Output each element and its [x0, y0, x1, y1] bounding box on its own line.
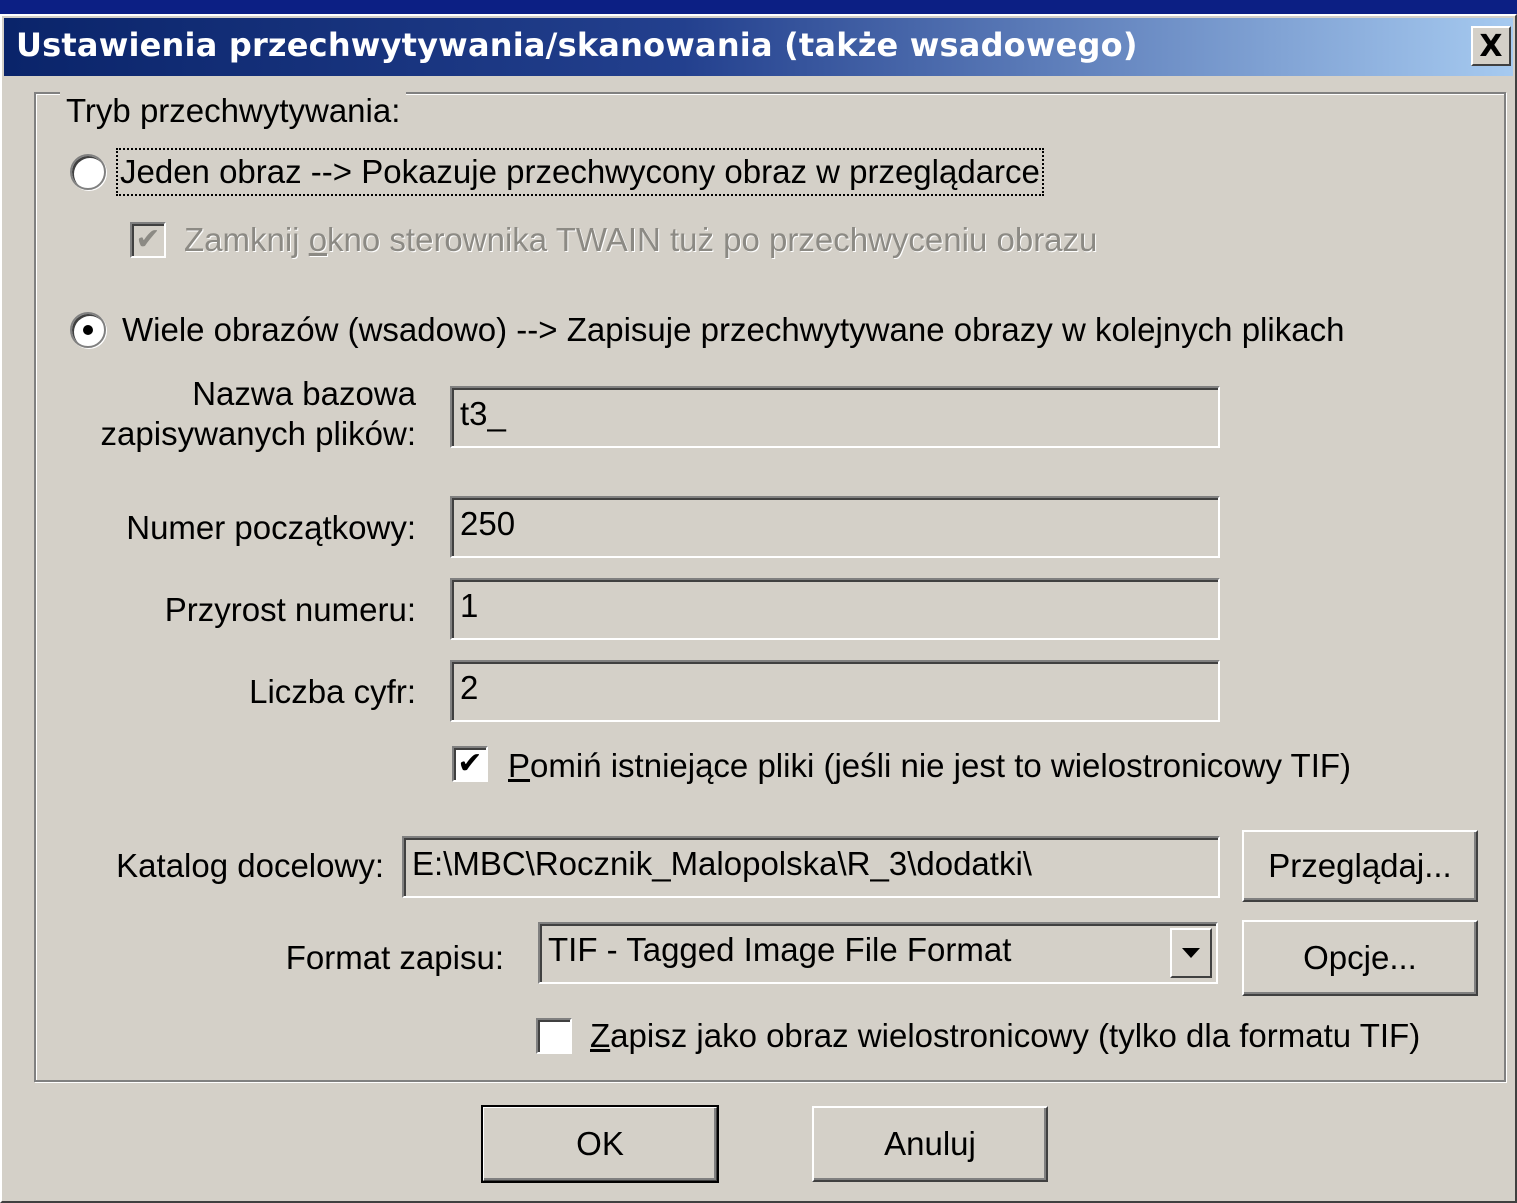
chevron-down-icon	[1182, 948, 1200, 958]
desktop-background	[0, 0, 1517, 14]
digits-label: Liczba cyfr:	[249, 673, 416, 710]
base-name-label-line2: zapisywanych plików:	[100, 415, 416, 452]
skip-existing-label[interactable]: Pomiń istniejące pliki (jeśli nie jest t…	[508, 746, 1351, 786]
start-number-label: Numer początkowy:	[126, 509, 416, 546]
skip-existing-checkbox[interactable]: ✔	[452, 746, 488, 782]
batch-mode-radio[interactable]	[70, 312, 106, 348]
browse-button[interactable]: Przeglądaj...	[1242, 830, 1478, 902]
base-name-label-line1: Nazwa bazowa	[192, 375, 416, 412]
close-icon: X	[1479, 28, 1503, 64]
ok-button[interactable]: OK	[481, 1105, 719, 1183]
single-image-label[interactable]: Jeden obraz --> Pokazuje przechwycony ob…	[116, 148, 1044, 196]
target-dir-input[interactable]: E:\MBC\Rocznik_Malopolska\R_3\dodatki\	[402, 836, 1220, 898]
batch-mode-label[interactable]: Wiele obrazów (wsadowo) --> Zapisuje prz…	[122, 310, 1344, 350]
multipage-checkbox[interactable]	[536, 1018, 572, 1054]
dialog-title: Ustawienia przechwytywania/skanowania (t…	[16, 26, 1138, 64]
close-button[interactable]: X	[1471, 26, 1511, 66]
increment-input[interactable]: 1	[450, 578, 1220, 640]
start-number-input[interactable]: 250	[450, 496, 1220, 558]
increment-label: Przyrost numeru:	[164, 591, 416, 628]
close-twain-checkbox[interactable]: ✔	[130, 222, 166, 258]
capture-mode-legend: Tryb przechwytywania:	[60, 92, 407, 130]
title-bar[interactable]: Ustawienia przechwytywania/skanowania (t…	[4, 18, 1513, 76]
save-format-select[interactable]: TIF - Tagged Image File Format	[538, 922, 1218, 984]
save-format-label: Format zapisu:	[285, 939, 504, 976]
dropdown-arrow-button[interactable]	[1170, 928, 1212, 978]
format-options-button[interactable]: Opcje...	[1242, 920, 1478, 996]
cancel-button[interactable]: Anuluj	[812, 1106, 1048, 1182]
single-image-radio[interactable]	[70, 154, 106, 190]
digits-input[interactable]: 2	[450, 660, 1220, 722]
close-twain-label: Zamknij okno sterownika TWAIN tuż po prz…	[184, 221, 1098, 258]
multipage-label[interactable]: Zapisz jako obraz wielostronicowy (tylko…	[590, 1016, 1420, 1056]
save-format-value: TIF - Tagged Image File Format	[548, 931, 1012, 968]
base-name-input[interactable]: t3_	[450, 386, 1220, 448]
target-dir-label: Katalog docelowy:	[116, 847, 384, 884]
